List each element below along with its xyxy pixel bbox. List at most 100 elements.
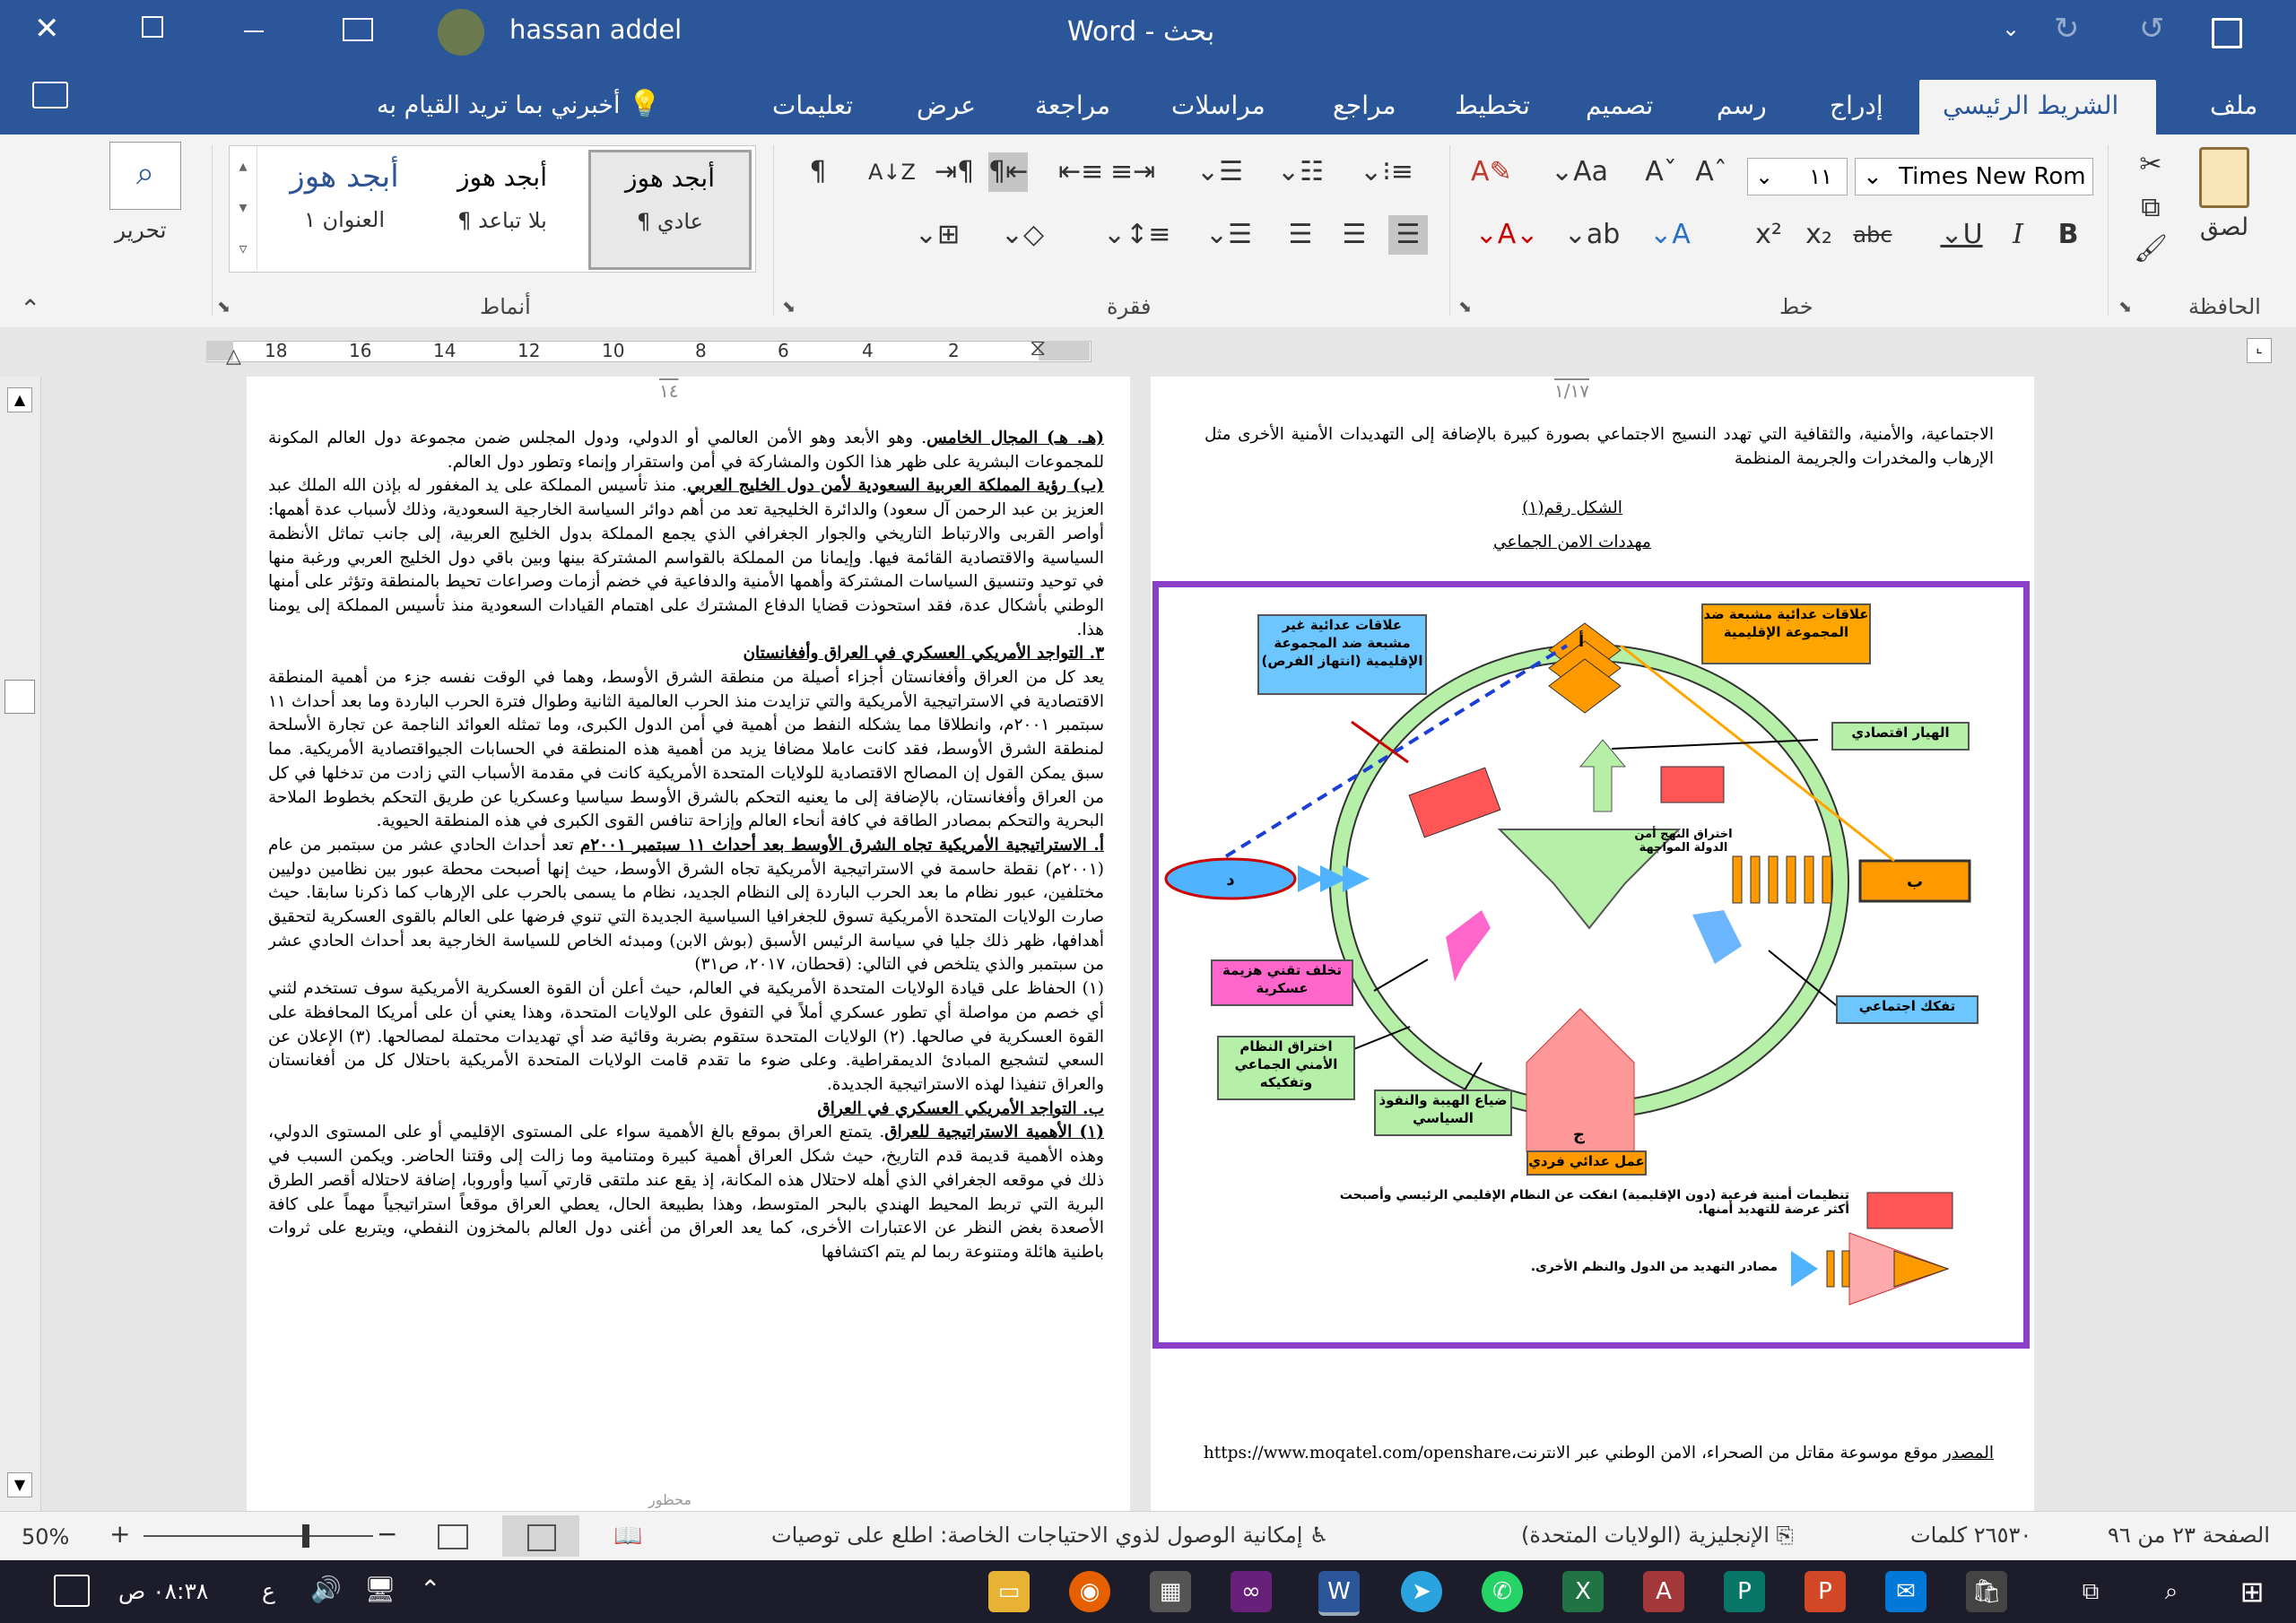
font-name-select[interactable]: ⌄ Times New Rom xyxy=(1855,158,2093,195)
file-explorer-icon[interactable]: ▭ xyxy=(988,1571,1030,1612)
grow-font-icon[interactable]: Aˆ xyxy=(1692,152,1731,192)
superscript-icon[interactable]: x² xyxy=(1751,215,1787,255)
powerpoint-icon[interactable]: P xyxy=(1805,1571,1846,1612)
restore-icon[interactable] xyxy=(142,16,163,38)
word-icon[interactable]: W xyxy=(1318,1571,1360,1616)
decrease-indent-icon[interactable]: ⇤≡ xyxy=(1058,152,1103,192)
calculator-icon[interactable]: ▦ xyxy=(1150,1571,1191,1612)
text-effects-icon[interactable]: ⌄A xyxy=(1643,215,1697,255)
search-icon[interactable]: ⌕ xyxy=(2151,1571,2192,1612)
zoom-slider[interactable] xyxy=(144,1535,373,1537)
clear-formatting-icon[interactable]: A✎ xyxy=(1471,152,1512,192)
page-count[interactable]: الصفحة ٢٣ من ٩٦ xyxy=(2108,1523,2270,1548)
strikethrough-icon[interactable]: abc xyxy=(1853,215,1892,255)
cut-icon[interactable]: ✂ xyxy=(2131,145,2170,185)
line-spacing-icon[interactable]: ⌄↕≡ xyxy=(1103,215,1170,255)
accessibility-status[interactable]: ♿ إمكانية الوصول لذوي الاحتياجات الخاصة:… xyxy=(771,1523,1329,1548)
input-language[interactable]: ع xyxy=(262,1578,275,1604)
redo-icon[interactable]: ↻ xyxy=(2054,11,2080,47)
minimize-icon[interactable] xyxy=(244,30,264,32)
ltr-icon[interactable]: ⇥¶ xyxy=(935,152,974,192)
tab-references[interactable]: مراجع xyxy=(1309,80,1419,135)
editing-label[interactable]: تحرير xyxy=(115,217,167,243)
excel-icon[interactable]: X xyxy=(1562,1571,1604,1612)
tab-view[interactable]: عرض xyxy=(893,80,999,135)
style-normal[interactable]: أبجد هوز ¶ عادي xyxy=(588,150,752,270)
copy-icon[interactable]: ⧉ xyxy=(2131,188,2170,228)
shading-icon[interactable]: ⌄◇ xyxy=(996,215,1049,255)
tab-layout[interactable]: تخطيط xyxy=(1431,80,1553,135)
scroll-down-icon[interactable]: ▼ xyxy=(7,1472,32,1497)
undo-icon[interactable]: ↺ xyxy=(2139,11,2165,47)
diagram-figure[interactable]: د ب أ ج علاقات عدائية مشبعة ضد المجموعة … xyxy=(1152,581,2030,1349)
task-view-icon[interactable]: ⧉ xyxy=(2070,1571,2111,1612)
language-status[interactable]: ⎘ الإنجليزية (الولايات المتحدة) xyxy=(1521,1523,1794,1548)
styles-launcher-icon[interactable]: ⬊ xyxy=(217,298,230,317)
scroll-thumb[interactable] xyxy=(4,680,35,714)
sort-icon[interactable]: A↓Z xyxy=(868,152,916,192)
italic-icon[interactable]: I xyxy=(2000,215,2036,255)
left-indent-marker[interactable]: △ xyxy=(226,345,241,368)
font-launcher-icon[interactable]: ⬊ xyxy=(1458,298,1472,317)
tab-draw[interactable]: رسم xyxy=(1693,80,1790,135)
find-button[interactable]: ⌕ xyxy=(109,142,181,210)
style-no-spacing[interactable]: أبجد هوز ¶ بلا تباعد xyxy=(427,159,578,233)
user-name[interactable]: hassan addel xyxy=(509,14,682,45)
align-distributed-icon[interactable]: ⌄☰ xyxy=(1202,215,1256,255)
document-page-left[interactable]: ١٤ (هـ. هـ) المجال الخامس. وهو الأبعد وه… xyxy=(247,377,1130,1511)
style-heading1[interactable]: أبجد هوز العنوان ١ xyxy=(269,159,420,232)
clock[interactable]: ٠٨:٣٨ ص xyxy=(118,1578,208,1604)
change-case-icon[interactable]: ⌄Aa xyxy=(1548,152,1611,192)
focus-view-icon[interactable] xyxy=(438,1524,468,1549)
comments-icon[interactable] xyxy=(32,82,68,108)
underline-icon[interactable]: ⌄U xyxy=(1930,215,1993,255)
avatar[interactable] xyxy=(438,9,484,56)
collapse-ribbon-icon[interactable]: ⌃ xyxy=(20,294,40,324)
telegram-icon[interactable]: ➤ xyxy=(1401,1571,1442,1612)
notifications-icon[interactable] xyxy=(54,1575,90,1607)
word-count[interactable]: ٢٦٥٣٠ كلمات xyxy=(1910,1523,2031,1548)
styles-scroll-buttons[interactable]: ▴ ▾ ▿ xyxy=(230,146,257,270)
zoom-level[interactable]: 50% xyxy=(22,1524,69,1549)
save-icon[interactable] xyxy=(2212,18,2242,48)
bold-icon[interactable]: B xyxy=(2050,215,2086,255)
vertical-scrollbar[interactable]: ▲ ▼ xyxy=(0,377,41,1511)
firefox-icon[interactable]: ◉ xyxy=(1069,1571,1110,1612)
read-mode-icon[interactable]: 📖 xyxy=(613,1523,642,1549)
shrink-font-icon[interactable]: Aˇ xyxy=(1641,152,1681,192)
tell-me-input[interactable]: 💡 أخبرني بما تريد القيام به xyxy=(377,80,661,130)
close-icon[interactable]: ✕ xyxy=(34,11,60,47)
tab-file[interactable]: ملف xyxy=(2187,80,2281,135)
align-center-icon[interactable]: ☰ xyxy=(1335,215,1374,255)
tab-insert[interactable]: إدراج xyxy=(1806,80,1907,135)
visual-studio-icon[interactable]: ∞ xyxy=(1231,1571,1272,1612)
zoom-slider-thumb[interactable] xyxy=(302,1524,309,1548)
tab-review[interactable]: مراجعة xyxy=(1012,80,1134,135)
increase-indent-icon[interactable]: ≡⇥ xyxy=(1110,152,1155,192)
clipboard-launcher-icon[interactable]: ⬊ xyxy=(2118,298,2132,317)
indent-marker[interactable]: ⧖ xyxy=(1030,334,1046,362)
align-left-icon[interactable]: ☰ xyxy=(1281,215,1320,255)
show-marks-icon[interactable]: ¶ xyxy=(800,152,836,192)
tab-help[interactable]: تعليمات xyxy=(749,80,876,135)
format-painter-icon[interactable]: 🖌 xyxy=(2131,230,2170,269)
highlight-icon[interactable]: ⌄ab xyxy=(1561,215,1623,255)
paragraph-launcher-icon[interactable]: ⬊ xyxy=(782,298,796,317)
numbering-icon[interactable]: ⌄☷ xyxy=(1274,152,1327,192)
mail-icon[interactable]: ✉ xyxy=(1885,1571,1926,1612)
whatsapp-icon[interactable]: ✆ xyxy=(1482,1571,1523,1612)
start-icon[interactable]: ⊞ xyxy=(2231,1571,2273,1612)
zoom-in-icon[interactable]: + xyxy=(109,1519,130,1549)
borders-icon[interactable]: ⌄⊞ xyxy=(906,215,969,255)
network-icon[interactable]: 🖥 xyxy=(364,1575,396,1604)
access-icon[interactable]: A xyxy=(1643,1571,1684,1612)
paste-button[interactable]: لصق xyxy=(2188,147,2260,241)
scroll-up-icon[interactable]: ▲ xyxy=(7,387,32,412)
bullets-icon[interactable]: ⌄⁝≡ xyxy=(1360,152,1413,192)
rtl-icon[interactable]: ¶⇤ xyxy=(988,152,1028,192)
tab-design[interactable]: تصميم xyxy=(1562,80,1676,135)
show-hidden-icons[interactable]: ⌃ xyxy=(420,1575,440,1604)
font-size-select[interactable]: ⌄ ١١ xyxy=(1747,158,1848,195)
customize-qat-icon[interactable]: ⌄ xyxy=(2002,16,2020,41)
tab-mailings[interactable]: مراسلات xyxy=(1148,80,1289,135)
